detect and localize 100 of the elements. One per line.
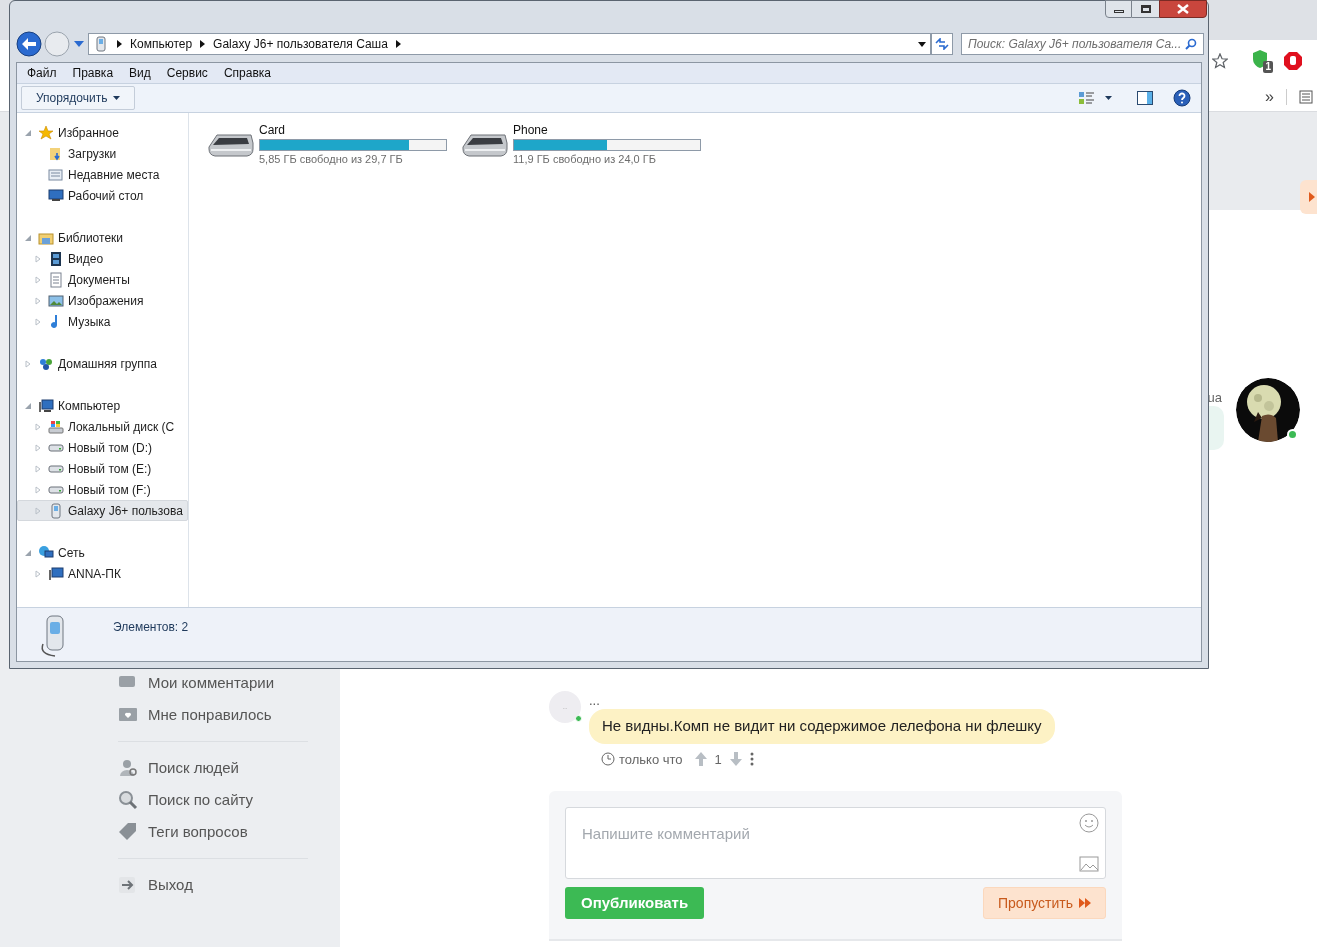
sidebar-link[interactable]: Поиск людей (118, 756, 308, 780)
address-bar[interactable]: Компьютер Galaxy J6+ пользователя Саша (88, 33, 931, 55)
menu-item[interactable]: Файл (27, 64, 57, 82)
collapse-arrow-icon[interactable] (24, 128, 32, 137)
sidebar-link[interactable]: Выход (118, 873, 308, 897)
search-icon[interactable] (1185, 38, 1197, 50)
menu-item[interactable]: Правка (72, 64, 114, 82)
nav-tree-item[interactable]: Локальный диск (C (17, 416, 188, 437)
close-button[interactable] (1159, 0, 1207, 18)
drive-name: Phone (513, 122, 549, 139)
nav-tree-item[interactable]: Музыка (17, 311, 188, 332)
collapse-arrow-icon[interactable] (24, 548, 32, 557)
drive-tile[interactable]: Phone 11,9 ГБ свободно из 24,0 ГБ (461, 121, 701, 168)
collapse-arrow-icon[interactable] (24, 401, 32, 410)
sidebar-link[interactable]: Теги вопросов (118, 820, 308, 844)
images-icon (48, 294, 64, 307)
stop-hand-icon[interactable] (1283, 51, 1303, 71)
sysdrive-icon (48, 418, 64, 435)
menu-item[interactable]: Сервис (166, 64, 208, 82)
breadcrumb[interactable]: Компьютер (130, 35, 193, 53)
comment-bubble: Не видны.Комп не видит ни содержимое лелефона ни флешку (589, 709, 1055, 744)
shield-icon[interactable] (1251, 49, 1269, 69)
expand-arrow-icon[interactable] (34, 254, 42, 263)
nav-tree-item[interactable]: Новый том (E:) (17, 458, 188, 479)
breadcrumb-arrow-icon[interactable] (395, 40, 401, 48)
network-icon (38, 544, 54, 561)
breadcrumb[interactable]: Galaxy J6+ пользователя Саша (213, 35, 388, 53)
expand-arrow-icon[interactable] (34, 506, 42, 515)
nav-tree-item[interactable]: Домашняя группа (17, 353, 188, 374)
breadcrumb-arrow-icon[interactable] (117, 40, 122, 48)
search-field[interactable]: Поиск: Galaxy J6+ пользователя Са... (961, 33, 1204, 55)
expand-arrow-icon[interactable] (34, 464, 42, 473)
tag-icon (118, 822, 138, 842)
skip-tab[interactable] (1300, 180, 1317, 214)
sidebar-link[interactable]: Мои комментарии (118, 671, 308, 695)
caret-icon (113, 96, 121, 100)
video-icon (48, 250, 64, 267)
upvote-icon[interactable] (694, 752, 707, 767)
reading-list-icon[interactable] (1299, 89, 1313, 104)
drive-tile[interactable]: Card 5,85 ГБ свободно из 29,7 ГБ (207, 121, 447, 168)
nav-tree-item[interactable]: Загрузки (17, 143, 188, 164)
nav-tree-item[interactable]: ANNA-ПК (17, 563, 188, 584)
breadcrumb-arrow-icon[interactable] (200, 40, 206, 48)
skip-button[interactable]: Пропустить (983, 887, 1106, 919)
nav-tree-item[interactable]: Недавние места (17, 164, 188, 185)
view-options-icon[interactable] (1079, 91, 1095, 105)
organize-button[interactable]: Упорядочить (21, 86, 136, 110)
drive-space: 5,85 ГБ свободно из 29,7 ГБ (259, 152, 404, 167)
author-name: ... (589, 693, 601, 709)
minimize-button[interactable] (1105, 0, 1132, 18)
nav-tree-item[interactable]: Видео (17, 248, 188, 269)
downvote-icon[interactable] (729, 752, 742, 767)
nav-tree-item[interactable]: Компьютер (17, 395, 188, 416)
refresh-button[interactable] (931, 33, 953, 55)
sidebar-link[interactable]: Поиск по сайту (118, 788, 308, 812)
close-icon (1177, 4, 1189, 14)
comment-time: только что (619, 750, 683, 769)
nav-tree-item[interactable]: Библиотеки (17, 227, 188, 248)
exit-icon (118, 875, 138, 895)
bookmarks-overflow[interactable]: » (1265, 84, 1274, 109)
back-icon[interactable] (16, 31, 42, 57)
nav-tree-item[interactable]: Избранное (17, 122, 188, 143)
nav-tree-item[interactable]: Новый том (D:) (17, 437, 188, 458)
caret-icon[interactable] (1105, 96, 1112, 100)
more-icon[interactable] (749, 752, 754, 767)
help-icon[interactable] (1173, 89, 1191, 107)
expand-arrow-icon[interactable] (34, 443, 42, 452)
refresh-icon (935, 38, 949, 50)
expand-arrow-icon[interactable] (34, 422, 42, 431)
item-count: Элементов: 2 (113, 619, 189, 636)
drive-icon (48, 464, 64, 473)
search-icon (118, 790, 138, 810)
menu-item[interactable]: Справка (223, 64, 271, 82)
smiley-icon[interactable] (1079, 813, 1099, 833)
fast-forward-icon (1079, 898, 1091, 908)
star-icon (38, 124, 54, 141)
nav-tree-item[interactable]: Документы (17, 269, 188, 290)
person-search-icon (118, 758, 138, 778)
expand-arrow-icon[interactable] (34, 275, 42, 284)
nav-tree-item[interactable]: Новый том (F:) (17, 479, 188, 500)
expand-arrow-icon[interactable] (34, 485, 42, 494)
preview-pane-icon[interactable] (1137, 91, 1153, 105)
image-icon[interactable] (1079, 856, 1099, 872)
expand-arrow-icon[interactable] (34, 296, 42, 305)
nav-tree-item[interactable]: Galaxy J6+ пользова (17, 500, 188, 521)
maximize-button[interactable] (1132, 0, 1159, 18)
expand-arrow-icon[interactable] (24, 359, 32, 368)
vote-count: 1 (714, 750, 722, 769)
computer-icon (38, 397, 54, 414)
star-icon[interactable] (1212, 53, 1228, 69)
menu-item[interactable]: Вид (129, 64, 151, 82)
phone-icon (48, 502, 64, 519)
sidebar-link[interactable]: Мне понравилось (118, 703, 308, 727)
nav-tree-item[interactable]: Изображения (17, 290, 188, 311)
expand-arrow-icon[interactable] (34, 569, 42, 578)
expand-arrow-icon[interactable] (34, 317, 42, 326)
nav-tree-item[interactable]: Сеть (17, 542, 188, 563)
nav-tree-item[interactable]: Рабочий стол (17, 185, 188, 206)
extension-badge: 1 (1263, 61, 1273, 73)
collapse-arrow-icon[interactable] (24, 233, 32, 242)
